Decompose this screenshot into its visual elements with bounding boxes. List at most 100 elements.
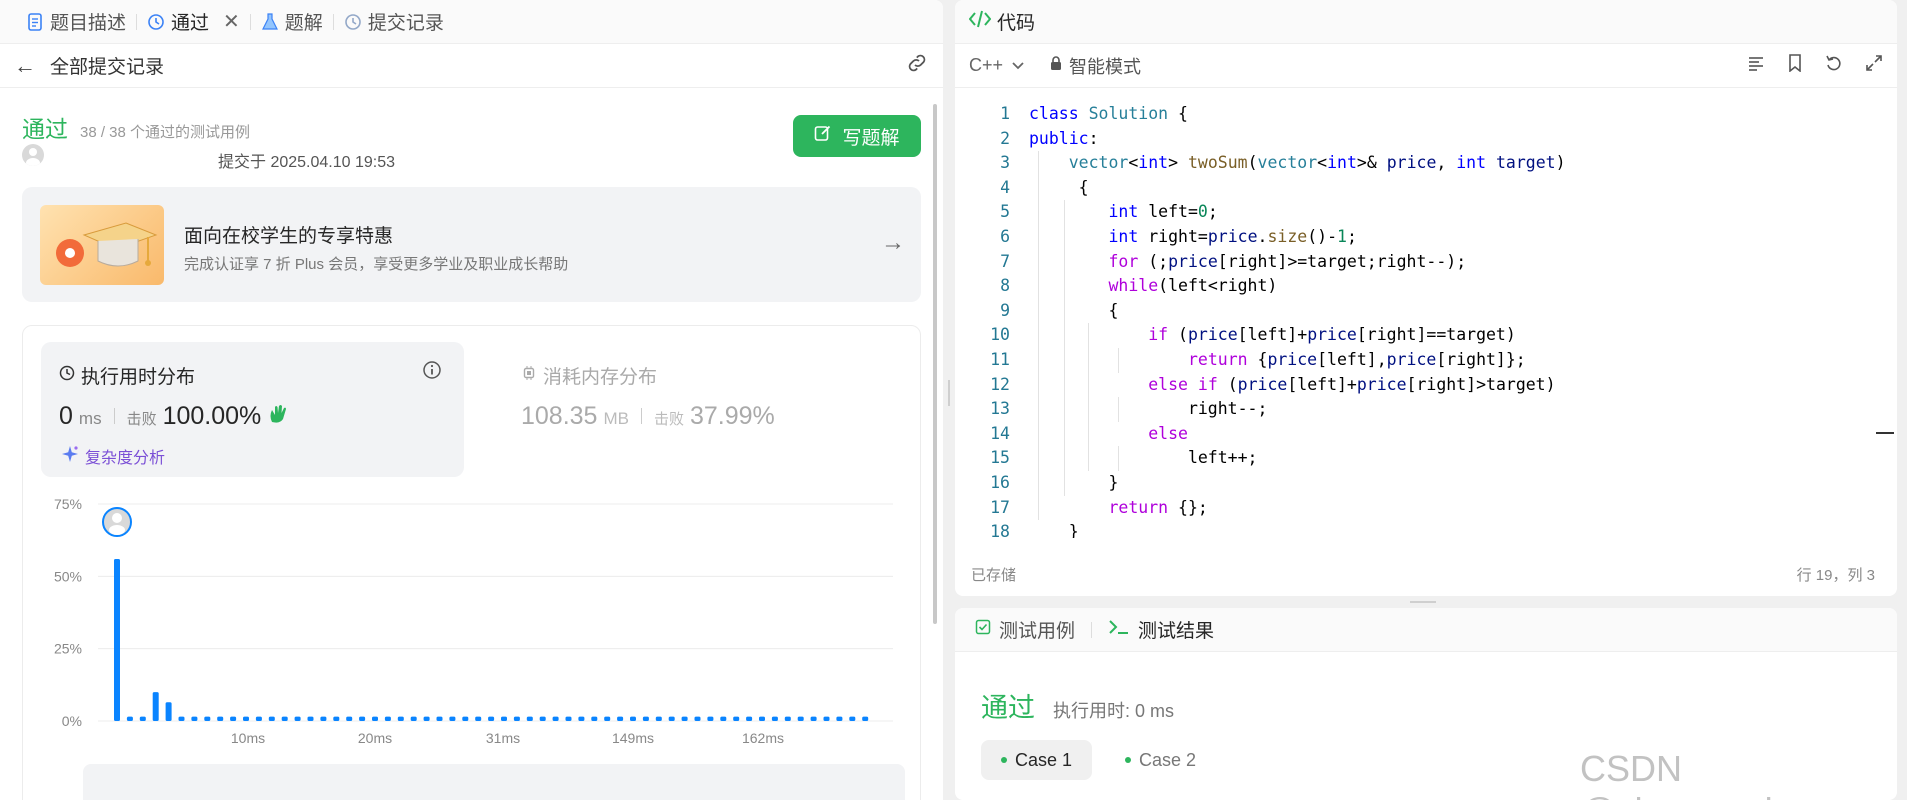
code-line[interactable]: 4 { — [955, 176, 1897, 201]
fullscreen-icon[interactable] — [1865, 54, 1883, 77]
code-line[interactable]: 15 left++; — [955, 446, 1897, 471]
runtime-bar[interactable] — [630, 716, 636, 721]
complexity-analysis-link[interactable]: 复杂度分析 — [61, 444, 165, 468]
runtime-bar[interactable] — [281, 716, 288, 721]
runtime-bar[interactable] — [526, 716, 533, 721]
horizontal-splitter[interactable] — [1410, 601, 1436, 603]
runtime-bar[interactable] — [423, 716, 430, 721]
runtime-bar[interactable] — [617, 716, 624, 721]
runtime-bar[interactable] — [604, 716, 611, 721]
link-icon[interactable] — [905, 51, 929, 81]
case-tab-1[interactable]: Case 1 — [981, 740, 1093, 780]
runtime-bar[interactable] — [797, 716, 804, 721]
runtime-bar[interactable] — [114, 558, 120, 721]
runtime-bar[interactable] — [823, 716, 830, 721]
runtime-bar[interactable] — [307, 716, 314, 721]
runtime-bar[interactable] — [655, 716, 662, 721]
runtime-bar[interactable] — [759, 716, 765, 721]
runtime-bar[interactable] — [552, 716, 559, 721]
reset-icon[interactable] — [1825, 54, 1843, 77]
runtime-bar[interactable] — [372, 716, 378, 721]
code-line[interactable]: 8 while(left<right) — [955, 274, 1897, 299]
runtime-bar[interactable] — [243, 716, 249, 721]
vertical-splitter[interactable] — [948, 380, 950, 406]
write-solution-button[interactable]: 写题解 — [793, 115, 921, 157]
runtime-bar[interactable] — [204, 716, 211, 721]
info-icon[interactable] — [422, 360, 442, 385]
bookmark-icon[interactable] — [1787, 54, 1803, 77]
code-line[interactable]: 7 for (;price[right]>=target;right--); — [955, 250, 1897, 275]
student-promo-banner[interactable]: 面向在校学生的专享特惠 完成认证享 7 折 Plus 会员，享受更多学业及职业成… — [22, 187, 921, 302]
runtime-bar[interactable] — [359, 716, 366, 721]
code-line[interactable]: 6 int right=price.size()-1; — [955, 225, 1897, 250]
case-tab-2[interactable]: Case 2 — [1105, 740, 1216, 780]
runtime-bar[interactable] — [139, 716, 146, 721]
runtime-bar[interactable] — [591, 716, 598, 721]
runtime-bar[interactable] — [462, 716, 469, 721]
runtime-bar[interactable] — [230, 716, 237, 721]
runtime-bar[interactable] — [513, 716, 520, 721]
tab-accepted[interactable]: 通过 ✕ — [137, 0, 250, 44]
runtime-bar[interactable] — [539, 716, 546, 721]
runtime-bar[interactable] — [397, 716, 404, 721]
code-line[interactable]: 16 } — [955, 471, 1897, 496]
runtime-bar[interactable] — [733, 716, 740, 721]
code-line[interactable]: 10 if (price[left]+price[right]==target) — [955, 323, 1897, 348]
runtime-distribution-chart[interactable]: 75% 50% 25% 0% 10ms 20ms 31ms 149ms 162ms — [23, 486, 922, 786]
all-submissions-link[interactable]: 全部提交记录 — [50, 52, 164, 79]
runtime-bar[interactable] — [707, 716, 714, 721]
runtime-bar[interactable] — [255, 716, 262, 721]
code-line[interactable]: 13 right--; — [955, 397, 1897, 422]
code-line[interactable]: 11 return {price[left],price[right]}; — [955, 348, 1897, 373]
arrow-right-icon[interactable]: → — [881, 229, 905, 257]
code-line[interactable]: 1 class Solution { — [955, 102, 1897, 127]
tab-testcases[interactable]: 测试用例 — [975, 616, 1075, 643]
runtime-bar[interactable] — [849, 716, 856, 721]
runtime-bar[interactable] — [642, 716, 649, 721]
runtime-bar[interactable] — [681, 716, 688, 721]
runtime-bar[interactable] — [694, 716, 701, 721]
smart-mode-toggle[interactable]: 智能模式 — [1049, 53, 1141, 79]
tab-description[interactable]: 题目描述 — [16, 0, 136, 44]
code-line[interactable]: 12 else if (price[left]+price[right]>tar… — [955, 373, 1897, 398]
runtime-bar[interactable] — [578, 716, 585, 721]
runtime-bar[interactable] — [565, 716, 572, 721]
runtime-bar[interactable] — [436, 716, 443, 721]
code-line[interactable]: 14 else — [955, 422, 1897, 447]
close-icon[interactable]: ✕ — [223, 9, 240, 34]
runtime-bar[interactable] — [152, 692, 159, 721]
code-line[interactable]: 9 { — [955, 299, 1897, 324]
runtime-bar[interactable] — [784, 716, 791, 721]
runtime-bar[interactable] — [668, 716, 675, 721]
tab-solutions[interactable]: 题解 — [251, 0, 333, 44]
code-line[interactable]: 17 return {}; — [955, 496, 1897, 521]
runtime-bar[interactable] — [384, 716, 391, 721]
runtime-bar[interactable] — [191, 716, 198, 721]
runtime-bar[interactable] — [178, 716, 185, 721]
runtime-bar[interactable] — [320, 716, 327, 721]
runtime-card[interactable]: 执行用时分布 0 ms 击败 100.00% 复杂度分析 — [41, 342, 464, 477]
runtime-bar[interactable] — [410, 716, 417, 721]
code-line[interactable]: 3 vector<int> twoSum(vector<int>& price,… — [955, 151, 1897, 176]
runtime-bar[interactable] — [268, 716, 275, 721]
back-arrow-icon[interactable]: ← — [14, 53, 36, 79]
runtime-bar[interactable] — [746, 716, 753, 721]
code-editor[interactable]: 1 class Solution {2 public: 3 vector<int> t… — [955, 100, 1897, 538]
runtime-bar[interactable] — [333, 716, 340, 721]
runtime-bar[interactable] — [217, 716, 224, 721]
left-scrollbar[interactable] — [933, 104, 937, 624]
runtime-bar[interactable] — [165, 702, 172, 721]
runtime-bar[interactable] — [862, 716, 869, 721]
runtime-bar[interactable] — [294, 716, 301, 721]
code-line[interactable]: 18 } — [955, 520, 1897, 538]
runtime-bar[interactable] — [475, 716, 482, 721]
runtime-bar[interactable] — [501, 716, 507, 721]
runtime-bar[interactable] — [126, 716, 133, 721]
memory-card[interactable]: 消耗内存分布 108.35 MB 击败 37.99% — [503, 342, 903, 477]
code-line[interactable]: 5 int left=0; — [955, 200, 1897, 225]
format-icon[interactable] — [1747, 54, 1765, 77]
runtime-bar[interactable] — [488, 716, 495, 721]
code-line[interactable]: 2 public: — [955, 127, 1897, 152]
tab-submissions[interactable]: 提交记录 — [334, 0, 454, 44]
runtime-bar[interactable] — [720, 716, 727, 721]
